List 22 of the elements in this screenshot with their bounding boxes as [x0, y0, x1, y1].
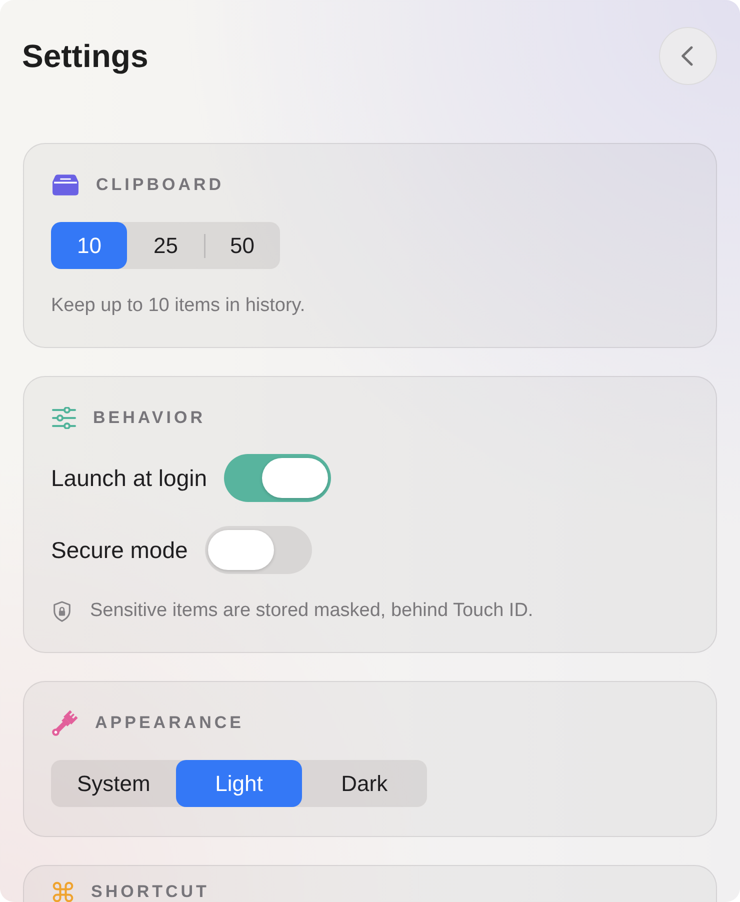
- section-note: Sensitive items are stored masked, behind Touch ID.: [90, 599, 534, 623]
- section-title: APPEARANCE: [95, 712, 244, 734]
- segment-option[interactable]: System: [51, 760, 176, 807]
- section-title: CLIPBOARD: [96, 174, 224, 196]
- segment-option[interactable]: 10: [51, 222, 128, 269]
- segment-option[interactable]: Dark: [302, 760, 428, 807]
- chevron-left-icon: [680, 46, 692, 66]
- tray-icon: [52, 174, 79, 196]
- toggle-switch[interactable]: [204, 526, 312, 574]
- window-title: Settings: [22, 37, 148, 76]
- segment-option[interactable]: 25: [127, 222, 204, 269]
- section-note: Keep up to 10 items in history.: [51, 294, 306, 318]
- command-key-icon: [52, 881, 74, 902]
- section-title: SHORTCUT: [91, 881, 210, 902]
- toggle-label: Secure mode: [51, 536, 188, 564]
- section-title: BEHAVIOR: [93, 407, 206, 429]
- toggle-switch[interactable]: [224, 454, 332, 502]
- paintbrush-icon: [52, 710, 78, 736]
- shield-lock-icon: [53, 600, 71, 622]
- sliders-icon: [52, 407, 76, 429]
- segment-option[interactable]: Light: [176, 760, 302, 807]
- toggle-label: Launch at login: [51, 464, 208, 492]
